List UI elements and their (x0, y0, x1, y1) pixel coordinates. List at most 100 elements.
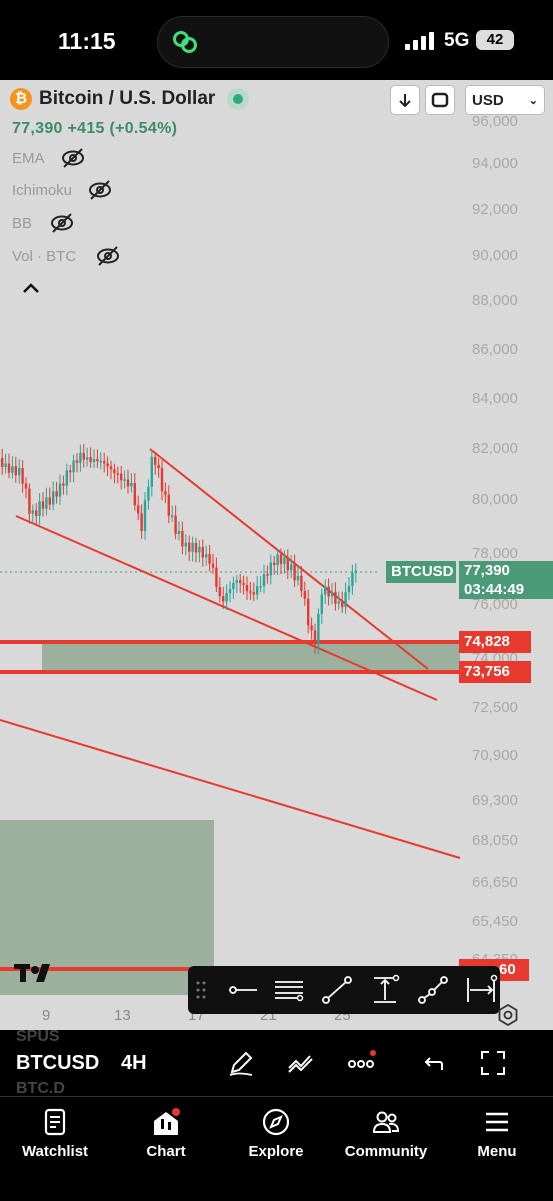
indicator-ichimoku[interactable]: Ichimoku (12, 180, 112, 200)
nav-community[interactable]: Community (331, 1107, 441, 1160)
gear-icon[interactable] (497, 1004, 519, 1026)
candle-body (222, 596, 225, 602)
dynamic-island[interactable] (157, 16, 389, 68)
candle-body (72, 460, 75, 473)
price-axis-label: 92,000 (472, 201, 518, 218)
candle-body (225, 593, 228, 602)
arrow-down-icon (399, 94, 411, 108)
nav-chart[interactable]: Chart (111, 1107, 221, 1160)
candle-body (344, 592, 347, 608)
fullscreen-icon[interactable] (478, 1048, 508, 1078)
candle-body (89, 457, 92, 463)
candle-body (293, 564, 296, 581)
candle-body (48, 497, 51, 505)
candle-body (109, 466, 113, 470)
nav-explore[interactable]: Explore (221, 1107, 331, 1160)
candle-body (256, 586, 259, 595)
eye-off-icon[interactable] (61, 148, 85, 168)
indicator-label: EMA (12, 149, 45, 167)
candle-body (147, 486, 150, 501)
btcusd-symbol-tag: BTCUSD (386, 561, 456, 583)
candle-body (215, 567, 218, 588)
candle-body (330, 591, 334, 597)
candle-body (82, 452, 85, 460)
candle-body (120, 473, 123, 481)
candle-body (242, 583, 245, 586)
candle-body (21, 467, 24, 484)
faded-symbol-above: SPUS (16, 1028, 60, 1045)
compass-icon (262, 1108, 290, 1136)
candle-body (276, 554, 279, 566)
nav-watchlist[interactable]: Watchlist (0, 1107, 110, 1160)
candle-body (198, 546, 201, 553)
price-axis-label: 90,000 (472, 247, 518, 264)
candle-body (35, 510, 38, 516)
candle-body (337, 601, 340, 604)
date-axis-label: 13 (114, 1007, 131, 1024)
eye-off-icon[interactable] (50, 213, 74, 233)
candle-body (160, 468, 164, 492)
candle-body (245, 585, 249, 592)
pencil-icon[interactable] (226, 1048, 256, 1078)
candle-body (140, 513, 143, 532)
candle-body (188, 542, 191, 552)
candle-body (317, 613, 320, 645)
market-status-icon[interactable] (227, 88, 250, 110)
candle-body (218, 587, 221, 597)
chevron-up-icon[interactable] (22, 282, 40, 294)
candle-body (320, 594, 323, 614)
candle-body (41, 501, 45, 509)
trend-line-icon[interactable] (320, 974, 354, 1006)
symbol-header[interactable]: ₿ Bitcoin / U.S. Dollar (10, 88, 250, 110)
candle-body (232, 583, 235, 590)
undo-icon[interactable] (418, 1048, 448, 1078)
candle-body (24, 483, 28, 489)
nav-menu[interactable]: Menu (442, 1107, 552, 1160)
candle-body (126, 479, 130, 487)
candle-body (38, 501, 41, 516)
candle-body (96, 458, 99, 462)
candle-body (177, 530, 181, 535)
chart-toolbar[interactable]: SPUS BTC.D BTCUSD 4H (0, 1028, 553, 1097)
link-icon (173, 31, 197, 53)
candle-body (300, 575, 303, 592)
candle-body (116, 473, 119, 475)
horizontal-ray-icon[interactable] (226, 974, 260, 1006)
symbol-selector[interactable]: BTCUSD (16, 1052, 99, 1075)
candle-body (65, 470, 68, 486)
path-icon[interactable] (416, 974, 450, 1006)
candle-body (143, 500, 147, 532)
indicator-bb[interactable]: BB (12, 213, 74, 233)
price-axis-label: 69,300 (472, 792, 518, 809)
candle-body (347, 586, 351, 593)
price-chart[interactable]: 96,00094,00092,00090,00088,00086,00084,0… (0, 80, 553, 1030)
watchlist-icon (44, 1108, 66, 1136)
drag-handle-icon[interactable] (196, 980, 206, 1000)
currency-select[interactable]: USD ⌄ (465, 85, 545, 115)
indicator-volume[interactable]: Vol · BTC (12, 246, 120, 266)
parallel-channel-icon[interactable] (272, 974, 306, 1006)
candlestick-series (1, 443, 357, 655)
drawing-toolbar[interactable] (188, 966, 500, 1014)
candle-body (52, 491, 55, 505)
demand-zone[interactable] (42, 644, 460, 672)
bottom-navigation[interactable]: Watchlist Chart Explore Community Menu (0, 1096, 553, 1201)
symbol-title[interactable]: Bitcoin / U.S. Dollar (39, 88, 215, 110)
candle-body (354, 570, 357, 573)
download-button[interactable] (390, 85, 420, 115)
candle-body (58, 483, 62, 497)
price-axis[interactable]: 96,00094,00092,00090,00088,00086,00084,0… (472, 113, 518, 968)
price-axis-label: 72,500 (472, 699, 518, 716)
interval-selector[interactable]: 4H (121, 1052, 147, 1075)
fullscreen-button[interactable] (425, 85, 455, 115)
indicators-icon[interactable] (286, 1048, 316, 1078)
date-range-icon[interactable] (464, 974, 498, 1006)
more-icon[interactable] (346, 1048, 376, 1078)
eye-off-icon[interactable] (96, 246, 120, 266)
price-range-icon[interactable] (368, 974, 402, 1006)
nav-label: Community (344, 1143, 428, 1160)
eye-off-icon[interactable] (88, 180, 112, 200)
candle-body (55, 491, 58, 497)
indicator-ema[interactable]: EMA (12, 148, 85, 168)
chart-area[interactable]: 96,000 94,000 92,000 90,000 88,000 86,000 84,0… (0, 80, 553, 1030)
